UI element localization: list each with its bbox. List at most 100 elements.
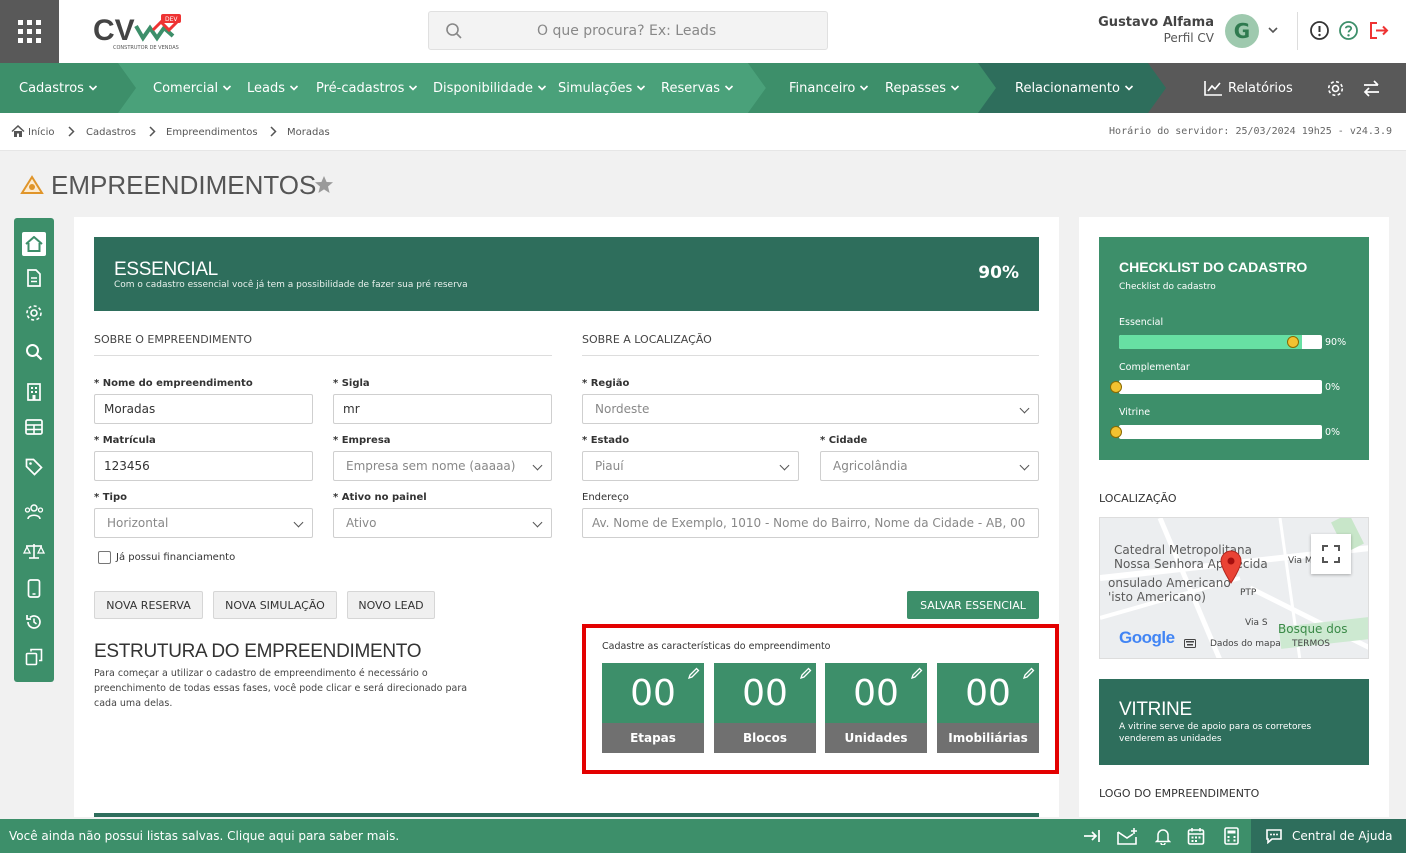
blocos-tile[interactable]: 00 Blocos <box>714 663 816 753</box>
search-icon[interactable] <box>24 342 44 362</box>
logo-section-title: LOGO DO EMPREENDIMENTO <box>1099 787 1260 800</box>
nav-relatorios[interactable]: Relatórios <box>1204 63 1293 113</box>
nav-repasses[interactable]: Repasses <box>885 63 960 113</box>
nav-cadastros[interactable]: Cadastros <box>19 63 98 113</box>
nova-reserva-button[interactable]: NOVA RESERVA <box>94 591 203 619</box>
map-attribution: Dados do mapa <box>1210 639 1281 649</box>
mobile-icon[interactable] <box>24 578 44 598</box>
label-text: Ativo no painel <box>341 492 427 503</box>
vitrine-subtitle: A vitrine serve de apoio para os correto… <box>1119 722 1312 744</box>
regiao-select[interactable]: Nordeste <box>582 394 1039 424</box>
pencil-icon[interactable] <box>799 667 812 680</box>
global-search[interactable] <box>428 11 828 50</box>
sigla-input[interactable]: mr <box>333 394 552 424</box>
main-panel: ESSENCIAL Com o cadastro essencial você … <box>74 217 1059 817</box>
home-icon[interactable] <box>22 232 46 256</box>
search-input[interactable] <box>429 12 827 49</box>
collapse-icon[interactable] <box>1083 828 1101 844</box>
salvar-essencial-button[interactable]: SALVAR ESSENCIAL <box>907 591 1039 619</box>
star-icon[interactable] <box>314 175 334 194</box>
history-icon[interactable] <box>24 612 44 632</box>
chevron-right-icon <box>270 126 277 137</box>
table-icon[interactable] <box>24 417 44 437</box>
info-icon[interactable] <box>1309 20 1330 41</box>
pencil-icon[interactable] <box>1022 667 1035 680</box>
tipo-label: * Tipo <box>94 492 127 503</box>
nav-pre-cadastros[interactable]: Pré-cadastros <box>316 63 418 113</box>
vitrine-progress <box>1119 425 1322 439</box>
nav-reservas[interactable]: Reservas <box>661 63 734 113</box>
required-mark: * <box>94 435 100 446</box>
estado-select[interactable]: Piauí <box>582 451 799 481</box>
pencil-icon[interactable] <box>687 667 700 680</box>
matricula-label: * Matrícula <box>94 435 156 446</box>
cv-logo[interactable]: CV DEV CONSTRUTOR DE VENDAS <box>93 12 185 52</box>
swap-icon[interactable] <box>1362 79 1381 98</box>
essencial-banner: ESSENCIAL Com o cadastro essencial você … <box>94 237 1039 311</box>
gear-icon[interactable] <box>24 303 44 323</box>
etapas-tile[interactable]: 00 Etapas <box>602 663 704 753</box>
matricula-input[interactable]: 123456 <box>94 451 313 481</box>
user-info[interactable]: Gustavo Alfama Perfil CV <box>1098 15 1214 45</box>
chevron-down-icon[interactable] <box>1267 24 1279 36</box>
nav-label: Cadastros <box>19 80 84 96</box>
building-icon[interactable] <box>24 382 44 402</box>
nav-simulacoes[interactable]: Simulações <box>558 63 646 113</box>
users-icon[interactable] <box>23 502 45 522</box>
copy-icon[interactable] <box>24 647 44 667</box>
map-pin-icon[interactable] <box>1219 550 1243 584</box>
nav-leads[interactable]: Leads <box>247 63 299 113</box>
logo-badge: DEV <box>165 16 178 23</box>
section-location: SOBRE A LOCALIZAÇÃO <box>582 333 712 346</box>
ativo-select[interactable]: Ativo <box>333 508 552 538</box>
vitrine-card[interactable]: VITRINE A vitrine serve de apoio para os… <box>1099 679 1369 765</box>
empresa-select[interactable]: Empresa sem nome (aaaaa) <box>333 451 552 481</box>
tipo-select[interactable]: Horizontal <box>94 508 313 538</box>
chevron-down-icon <box>950 85 960 91</box>
mail-icon[interactable] <box>1117 827 1138 845</box>
scale-icon[interactable] <box>23 541 45 561</box>
nav-label: Reservas <box>661 80 720 96</box>
breadcrumb-inicio[interactable]: Início <box>28 127 54 138</box>
unidades-tile[interactable]: 00 Unidades <box>825 663 927 753</box>
calculator-icon[interactable] <box>1224 827 1239 845</box>
vitrine-title: VITRINE <box>1119 699 1192 720</box>
help-center-button[interactable]: Central de Ajuda <box>1251 819 1406 853</box>
empresa-label: * Empresa <box>333 435 391 446</box>
novo-lead-button[interactable]: NOVO LEAD <box>347 591 435 619</box>
tag-icon[interactable] <box>24 457 44 477</box>
keyboard-icon[interactable] <box>1184 639 1196 648</box>
financiamento-checkbox[interactable]: Já possui financiamento <box>98 551 235 564</box>
calendar-icon[interactable] <box>1187 827 1205 845</box>
cidade-select[interactable]: Agricolândia <box>820 451 1039 481</box>
gear-icon[interactable] <box>1326 79 1345 98</box>
location-map[interactable]: Catedral Metropolitana Nossa Senhora Apa… <box>1099 517 1369 659</box>
checklist-subtitle: Checklist do cadastro <box>1119 282 1216 292</box>
estrutura-description: Para começar a utilizar o cadastro de em… <box>94 668 468 709</box>
saved-lists-message[interactable]: Você ainda não possui listas salvas. Cli… <box>9 829 399 843</box>
nome-input[interactable]: Moradas <box>94 394 313 424</box>
help-icon[interactable] <box>1338 20 1359 41</box>
nav-disponibilidade[interactable]: Disponibilidade <box>433 63 547 113</box>
fullscreen-button[interactable] <box>1311 534 1351 574</box>
logout-icon[interactable] <box>1368 20 1390 41</box>
breadcrumb-cadastros[interactable]: Cadastros <box>86 127 136 138</box>
bell-icon[interactable] <box>1155 827 1171 845</box>
avatar[interactable]: G <box>1225 14 1259 48</box>
breadcrumb-empreendimentos[interactable]: Empreendimentos <box>166 127 258 138</box>
map-terms[interactable]: TERMOS <box>1292 639 1330 649</box>
smiley-icon <box>1110 381 1122 393</box>
nova-simulacao-button[interactable]: NOVA SIMULAÇÃO <box>213 591 337 619</box>
side-panel: CHECKLIST DO CADASTRO Checklist do cadas… <box>1079 217 1389 817</box>
nav-financeiro[interactable]: Financeiro <box>789 63 869 113</box>
endereco-input[interactable]: Av. Nome de Exemplo, 1010 - Nome do Bair… <box>582 508 1039 538</box>
nav-comercial[interactable]: Comercial <box>153 63 232 113</box>
imobiliarias-tile[interactable]: 00 Imobiliárias <box>937 663 1039 753</box>
checkbox[interactable] <box>98 551 111 564</box>
map-label: 'isto Americano) <box>1108 590 1206 604</box>
complementar-progress <box>1119 380 1322 394</box>
nav-relacionamento[interactable]: Relacionamento <box>1015 63 1134 113</box>
document-icon[interactable] <box>24 268 44 288</box>
pencil-icon[interactable] <box>910 667 923 680</box>
apps-menu-button[interactable] <box>0 0 59 63</box>
